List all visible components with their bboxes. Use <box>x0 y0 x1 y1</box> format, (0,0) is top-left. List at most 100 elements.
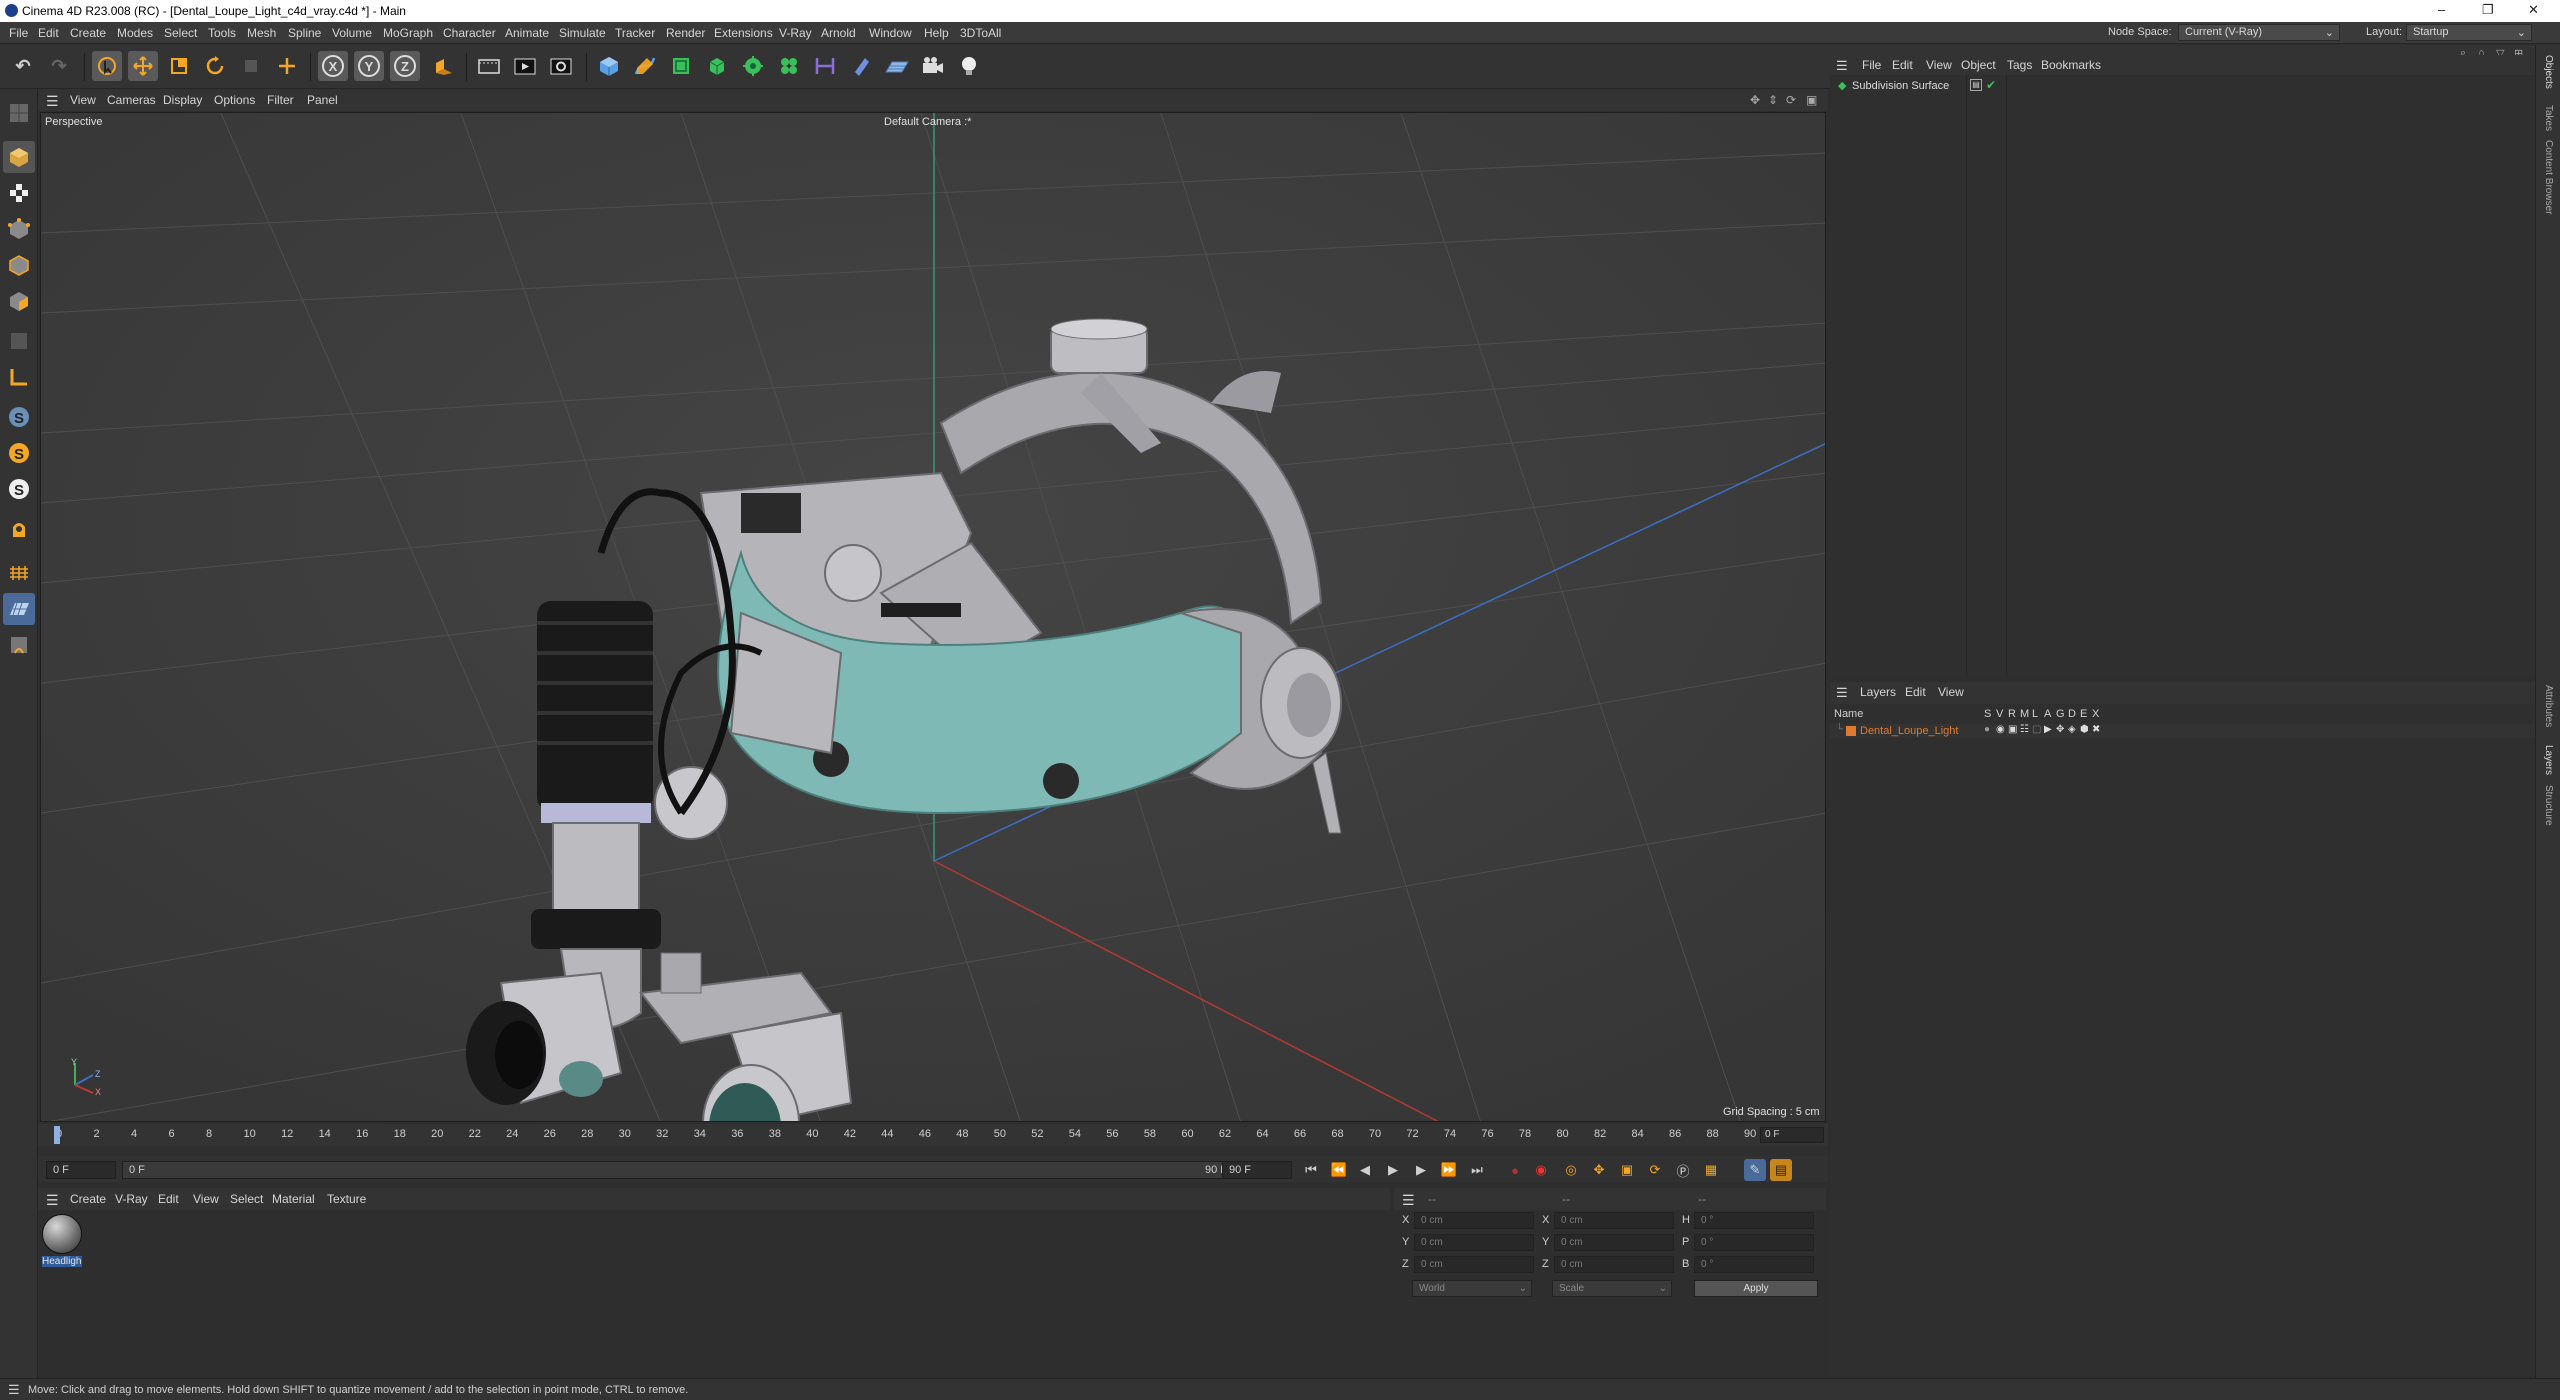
key-position-icon[interactable]: ✥ <box>1588 1159 1610 1181</box>
next-key-icon[interactable]: ⏩ <box>1438 1159 1460 1181</box>
object-menu-view[interactable]: View <box>1926 58 1952 72</box>
light-icon[interactable] <box>954 51 984 81</box>
edges-mode-icon[interactable] <box>3 249 35 281</box>
viewport-rotate-icon[interactable]: ⟳ <box>1786 93 1796 107</box>
menu-vray[interactable]: V-Ray <box>779 26 812 40</box>
coord-space-dropdown[interactable]: World ⌄ <box>1412 1280 1532 1297</box>
menu-character[interactable]: Character <box>443 26 496 40</box>
current-frame-field[interactable]: 0 F <box>1760 1127 1824 1143</box>
render-toggle-icon[interactable]: ▣ <box>2008 724 2017 735</box>
viewport-menu-cameras[interactable]: Cameras <box>107 93 156 107</box>
preview-range-slider[interactable]: 0 F 90 F <box>122 1161 1234 1179</box>
move-tool-icon[interactable] <box>128 51 158 81</box>
polygons-mode-icon[interactable] <box>3 285 35 317</box>
material-menu-select[interactable]: Select <box>230 1192 263 1206</box>
rotate-tool-icon[interactable] <box>200 51 230 81</box>
go-to-end-icon[interactable]: ⏭ <box>1466 1159 1488 1181</box>
pos-x-field[interactable]: 0 cm <box>1414 1212 1534 1229</box>
start-frame-field[interactable]: 0 F <box>46 1161 116 1179</box>
tab-attributes[interactable]: Attributes <box>2543 685 2554 727</box>
render-settings-icon[interactable] <box>546 51 576 81</box>
object-menu-edit[interactable]: Edit <box>1892 58 1913 72</box>
menu-mograph[interactable]: MoGraph <box>383 26 433 40</box>
workplane-icon[interactable] <box>3 361 35 393</box>
layer-menu-layers[interactable]: Layers <box>1860 685 1896 699</box>
deformer-icon[interactable] <box>774 51 804 81</box>
menu-tools[interactable]: Tools <box>208 26 236 40</box>
node-space-dropdown[interactable]: Current (V-Ray) ⌄ <box>2178 24 2340 41</box>
viewport-zoom-icon[interactable]: ⇕ <box>1768 93 1778 107</box>
material-menu-material[interactable]: Material <box>272 1192 315 1206</box>
live-selection-icon[interactable] <box>92 51 122 81</box>
go-to-start-icon[interactable]: ⏮ <box>1300 1159 1322 1181</box>
hamburger-icon[interactable]: ☰ <box>1836 58 1848 74</box>
mograph-cloner-icon[interactable] <box>738 51 768 81</box>
material-menu-create[interactable]: Create <box>70 1192 106 1206</box>
solo-toggle-icon[interactable]: ● <box>1984 724 1990 735</box>
workplane-grid-icon[interactable] <box>3 593 35 625</box>
tab-takes[interactable]: Takes <box>2543 105 2554 131</box>
points-mode-icon[interactable] <box>3 213 35 245</box>
end-frame-field[interactable]: 90 F <box>1222 1161 1292 1179</box>
enabled-check-icon[interactable]: ✔ <box>1986 78 1996 92</box>
redo-icon[interactable]: ↷ <box>44 51 74 81</box>
timeline-ruler[interactable]: 0246810121416182022242628303234363840424… <box>38 1124 1828 1146</box>
snap-settings-icon[interactable]: S <box>3 437 35 469</box>
hamburger-icon[interactable]: ☰ <box>8 1382 20 1398</box>
menu-create[interactable]: Create <box>70 26 106 40</box>
layout-dropdown[interactable]: Startup ⌄ <box>2406 24 2532 41</box>
field-icon[interactable] <box>810 51 840 81</box>
pen-spline-icon[interactable] <box>630 51 660 81</box>
floor-icon[interactable] <box>882 51 912 81</box>
restore-button[interactable]: ❐ <box>2482 2 2494 18</box>
hamburger-icon[interactable]: ☰ <box>46 1192 59 1209</box>
menu-file[interactable]: File <box>9 26 28 40</box>
timeline-window-icon[interactable]: ▤ <box>1770 1159 1792 1181</box>
manager-toggle-icon[interactable]: ☷ <box>2020 724 2029 735</box>
menu-spline[interactable]: Spline <box>288 26 321 40</box>
menu-mesh[interactable]: Mesh <box>247 26 276 40</box>
render-region-icon[interactable] <box>474 51 504 81</box>
xref-toggle-icon[interactable]: ✖ <box>2092 724 2100 735</box>
menu-modes[interactable]: Modes <box>117 26 153 40</box>
viewport-menu-options[interactable]: Options <box>214 93 255 107</box>
viewport-menu-panel[interactable]: Panel <box>307 93 338 107</box>
rot-h-field[interactable]: 0 ° <box>1694 1212 1814 1229</box>
z-axis-lock-button[interactable]: Z <box>390 51 420 81</box>
menu-window[interactable]: Window <box>869 26 912 40</box>
coord-mode-dropdown[interactable]: Scale ⌄ <box>1552 1280 1672 1297</box>
menu-edit[interactable]: Edit <box>38 26 59 40</box>
extrude-generator-icon[interactable] <box>702 51 732 81</box>
playhead[interactable] <box>54 1126 60 1144</box>
next-frame-icon[interactable]: ▶ <box>1410 1159 1432 1181</box>
visible-toggle-icon[interactable]: ◉ <box>1996 724 2005 735</box>
solo-icon[interactable] <box>3 629 35 661</box>
model-mode-icon[interactable] <box>3 141 35 173</box>
tag-icon[interactable] <box>846 51 876 81</box>
viewport-menu-filter[interactable]: Filter <box>267 93 294 107</box>
scale-tool-icon[interactable] <box>164 51 194 81</box>
tab-structure[interactable]: Structure <box>2543 785 2554 826</box>
rot-b-field[interactable]: 0 ° <box>1694 1256 1814 1273</box>
keyframe-selection-icon[interactable]: ◎ <box>1560 1159 1582 1181</box>
coordinate-system-icon[interactable] <box>428 51 458 81</box>
apply-button[interactable]: Apply <box>1694 1280 1818 1297</box>
previous-frame-icon[interactable]: ◀ <box>1354 1159 1376 1181</box>
snap-icon[interactable]: S <box>3 401 35 433</box>
motion-system-icon[interactable]: ✎ <box>1744 1159 1766 1181</box>
create-tool-icon[interactable] <box>272 51 302 81</box>
object-menu-tags[interactable]: Tags <box>2007 58 2032 72</box>
object-menu-bookmarks[interactable]: Bookmarks <box>2041 58 2101 72</box>
menu-help[interactable]: Help <box>924 26 949 40</box>
size-z-field[interactable]: 0 cm <box>1554 1256 1674 1273</box>
tab-layers[interactable]: Layers <box>2543 745 2554 775</box>
auto-key-icon[interactable]: ◉ <box>1530 1159 1552 1181</box>
pos-y-field[interactable]: 0 cm <box>1414 1234 1534 1251</box>
menu-volume[interactable]: Volume <box>332 26 372 40</box>
key-parameter-icon[interactable]: Ⓟ <box>1672 1159 1694 1181</box>
minimize-button[interactable]: – <box>2438 2 2445 17</box>
recent-tool-icon[interactable] <box>236 51 266 81</box>
close-button[interactable]: ✕ <box>2528 2 2539 18</box>
menu-simulate[interactable]: Simulate <box>559 26 606 40</box>
rot-p-field[interactable]: 0 ° <box>1694 1234 1814 1251</box>
